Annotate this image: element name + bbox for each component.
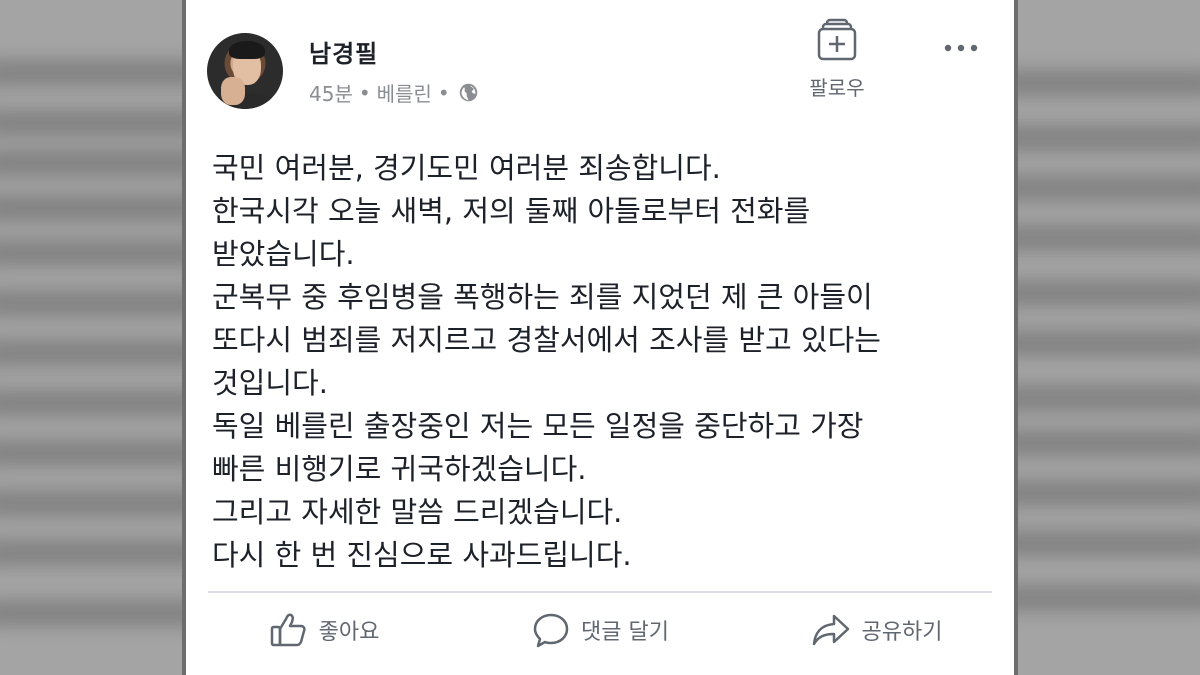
- post-body: 국민 여러분, 경기도민 여러분 죄송합니다. 한국시각 오늘 새벽, 저의 둘…: [212, 147, 1002, 577]
- like-label: 좋아요: [318, 620, 380, 645]
- follow-button[interactable]: 팔로우: [782, 14, 892, 124]
- follow-add-icon: [817, 18, 857, 61]
- post-location[interactable]: 베를린: [377, 78, 432, 107]
- like-button[interactable]: 좋아요: [186, 600, 462, 660]
- share-icon: [812, 614, 849, 646]
- follow-label: 팔로우: [809, 76, 865, 100]
- post-line: 그리고 자세한 말씀 드리겠습니다.: [212, 495, 623, 529]
- more-horizontal-icon[interactable]: [936, 36, 986, 60]
- post-line: 군복무 중 후임병을 폭행하는 죄를 지었던 제 큰 아들이: [212, 280, 873, 314]
- post-line: 또다시 범죄를 저지르고 경찰서에서 조사를 받고 있다는: [212, 323, 881, 357]
- post-line: 한국시각 오늘 새벽, 저의 둘째 아들로부터 전화를: [212, 194, 811, 228]
- post-line: 국민 여러분, 경기도민 여러분 죄송합니다.: [212, 151, 721, 185]
- blurred-background-left: [0, 0, 190, 675]
- blurred-background-right: [1010, 0, 1200, 675]
- card-edge-right: [1014, 0, 1018, 675]
- share-button[interactable]: 공유하기: [738, 600, 1014, 660]
- author-name[interactable]: 남경필: [309, 34, 378, 69]
- meta-separator: •: [358, 80, 371, 105]
- meta-separator-2: •: [437, 80, 450, 105]
- comment-label: 댓글 달기: [581, 620, 669, 645]
- thumbs-up-icon: [270, 613, 306, 647]
- globe-icon: [459, 83, 477, 102]
- author-avatar[interactable]: [207, 33, 283, 109]
- actions-divider: [208, 591, 992, 593]
- post-time[interactable]: 45분: [309, 78, 353, 107]
- post-meta: 45분 • 베를린 •: [309, 78, 479, 107]
- post-line: 받았습니다.: [212, 237, 355, 271]
- facebook-post-card: 남경필 45분 • 베를린 • 팔로우 국민 여러분, 경기도민 여러분 죄송합…: [186, 0, 1014, 675]
- share-label: 공유하기: [861, 620, 943, 645]
- post-line: 것입니다.: [212, 366, 328, 400]
- comment-button[interactable]: 댓글 달기: [462, 600, 738, 660]
- comment-icon: [533, 613, 569, 648]
- post-line: 독일 베를린 출장중인 저는 모든 일정을 중단하고 가장: [212, 409, 864, 443]
- post-line: 다시 한 번 진심으로 사과드립니다.: [212, 538, 632, 572]
- post-actions: 좋아요 댓글 달기 공유하기: [186, 600, 1014, 660]
- post-line: 빠른 비행기로 귀국하겠습니다.: [212, 452, 587, 486]
